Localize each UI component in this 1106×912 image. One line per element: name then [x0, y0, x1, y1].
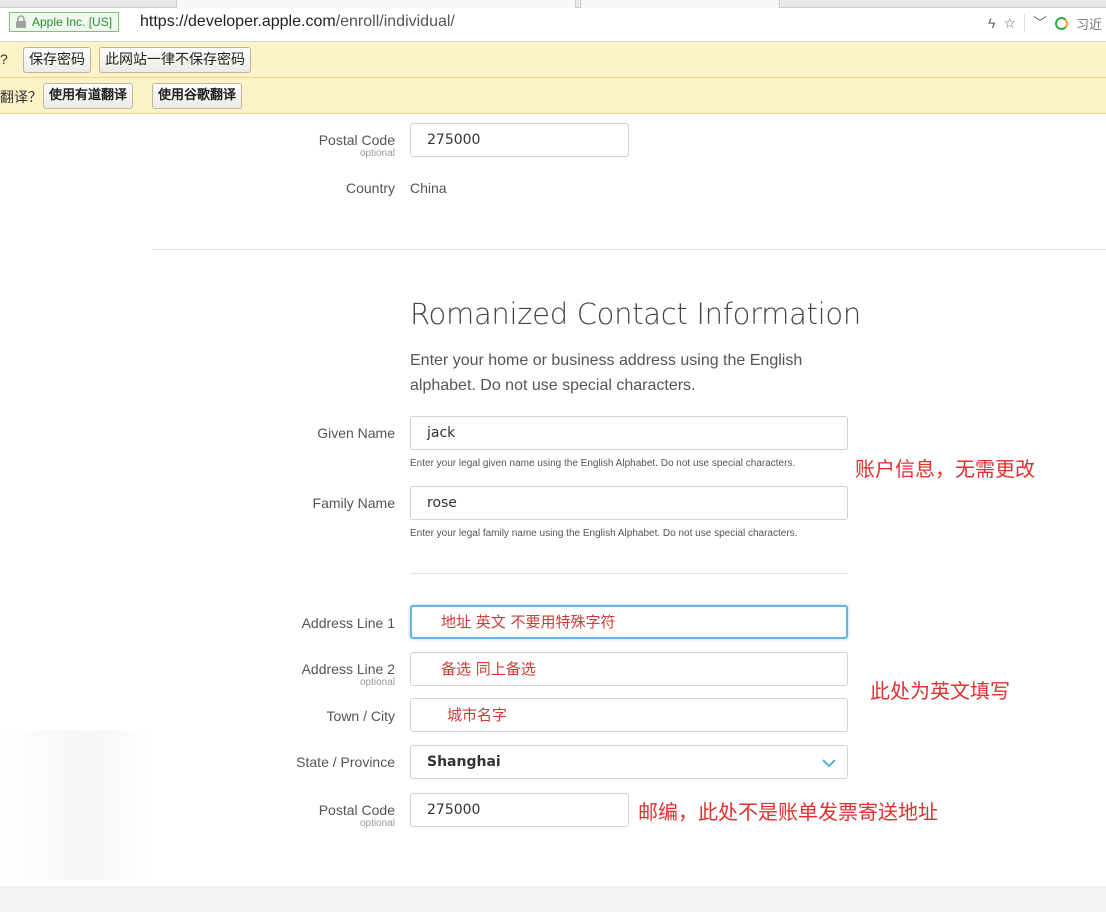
- search-engine-icon[interactable]: [1054, 16, 1068, 30]
- section-title: Romanized Contact Information: [410, 297, 861, 331]
- state-province-select[interactable]: Shanghai: [410, 745, 848, 779]
- address-bar[interactable]: Apple Inc. [US] https://developer.apple.…: [0, 8, 1106, 42]
- page-footer: [0, 886, 1106, 912]
- country-label: Country: [345, 180, 395, 196]
- state-province-label: State / Province: [296, 754, 395, 770]
- browser-tab[interactable]: [176, 0, 576, 8]
- chevron-down-icon: [822, 759, 836, 768]
- section-description: Enter your home or business address usin…: [410, 352, 803, 394]
- family-name-label: Family Name: [312, 495, 395, 511]
- field-label-text: Postal Code: [318, 132, 395, 148]
- postal-code-input[interactable]: 275000: [410, 793, 629, 827]
- optional-tag: optional: [359, 677, 395, 688]
- optional-tag: optional: [359, 818, 395, 829]
- given-name-input[interactable]: jack: [410, 416, 848, 450]
- chevron-down-icon[interactable]: ﹀: [1033, 13, 1047, 33]
- url-path: /enroll/individual/: [335, 13, 455, 30]
- postal-code-annotation: 邮编，此处不是账单发票寄送地址: [638, 800, 938, 824]
- country-value: China: [410, 180, 447, 196]
- postal-code-label-top: Postal Code optional: [319, 132, 395, 159]
- search-hint-text: 习近: [1075, 16, 1102, 32]
- field-divider: [410, 573, 848, 574]
- address-bar-icons: ϟ ☆ ﹀ 习近: [988, 12, 1106, 34]
- background-shade: [0, 730, 150, 880]
- password-infobar-text: ?: [0, 51, 8, 67]
- town-city-label: Town / City: [326, 708, 395, 724]
- field-label-text: Address Line 2: [301, 661, 395, 677]
- address-line-1-input[interactable]: 地址 英文 不要用特殊字符: [410, 605, 848, 639]
- never-save-password-button[interactable]: 此网站一律不保存密码: [99, 47, 251, 73]
- youdao-translate-button[interactable]: 使用有道翻译: [43, 83, 134, 109]
- ev-badge-label: Apple Inc. [US]: [32, 15, 113, 29]
- postal-code-input-top[interactable]: 275000: [410, 123, 629, 157]
- postal-code-label: Postal Code optional: [319, 802, 395, 829]
- field-label-text: Postal Code: [318, 802, 395, 818]
- translate-infobar: 翻译？ 使用有道翻译 使用谷歌翻译: [0, 78, 1106, 114]
- section-divider: [152, 249, 1106, 250]
- given-name-hint: Enter your legal given name using the En…: [410, 458, 796, 469]
- tab-strip: [0, 0, 1106, 8]
- english-fill-annotation: 此处为英文填写: [870, 679, 1010, 703]
- address-line-1-label: Address Line 1: [301, 615, 395, 631]
- lightning-icon[interactable]: ϟ: [988, 15, 995, 31]
- translate-infobar-text: 翻译？: [0, 89, 42, 105]
- state-province-value: Shanghai: [427, 754, 501, 770]
- optional-tag: optional: [359, 148, 395, 159]
- given-name-label: Given Name: [317, 425, 395, 441]
- google-translate-button[interactable]: 使用谷歌翻译: [152, 83, 243, 109]
- lock-icon: [16, 15, 26, 28]
- divider: [1023, 14, 1025, 32]
- family-name-hint: Enter your legal family name using the E…: [410, 528, 798, 539]
- url-host: https://developer.apple.com: [140, 13, 336, 30]
- town-city-input[interactable]: 城市名字: [410, 698, 848, 732]
- account-info-annotation: 账户信息，无需更改: [855, 457, 1035, 481]
- password-infobar: ? 保存密码 此网站一律不保存密码: [0, 42, 1106, 78]
- browser-tab[interactable]: [580, 0, 780, 8]
- family-name-input[interactable]: rose: [410, 486, 848, 520]
- ev-certificate-badge[interactable]: Apple Inc. [US]: [9, 12, 120, 32]
- address-line-2-input[interactable]: 备选 同上备选: [410, 652, 848, 686]
- save-password-button[interactable]: 保存密码: [23, 47, 91, 73]
- url-text[interactable]: https://developer.apple.com/enroll/indiv…: [140, 12, 455, 32]
- star-icon[interactable]: ☆: [1003, 15, 1016, 32]
- address-line-2-label: Address Line 2 optional: [302, 661, 395, 688]
